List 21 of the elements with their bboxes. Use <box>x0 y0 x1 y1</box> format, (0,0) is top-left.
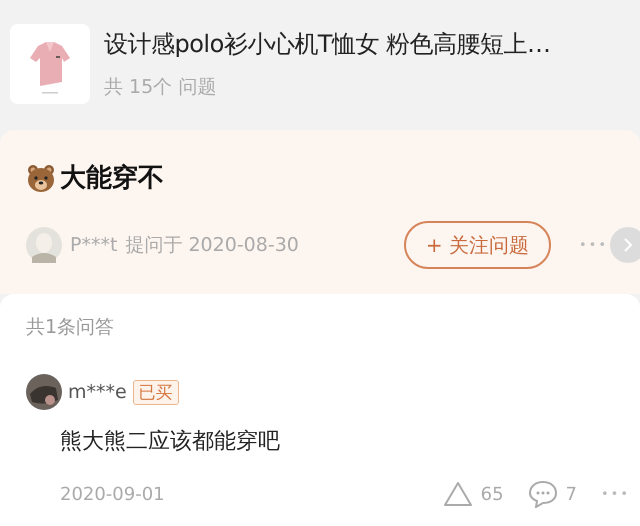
answer-text: 熊大熊二应该都能穿吧 <box>60 428 280 456</box>
next-icon[interactable] <box>610 227 640 263</box>
product-title: 设计感polo衫小心机T恤女 粉色高腰短上… <box>104 29 551 60</box>
comment-count: 7 <box>566 484 577 504</box>
question-count: 共 15个 问题 <box>104 75 218 100</box>
follow-button[interactable]: + 关注问题 <box>404 221 551 269</box>
avatar-icon <box>26 227 62 263</box>
avatar-icon <box>26 374 62 410</box>
more-icon[interactable]: ••• <box>600 486 630 502</box>
question-text: 大能穿不 <box>60 162 164 195</box>
answer-count: 共1条问答 <box>26 315 114 340</box>
like-count: 65 <box>480 484 504 504</box>
asker-name: P***t <box>70 234 118 256</box>
bear-icon <box>26 162 56 192</box>
answer-date: 2020-09-01 <box>60 484 165 504</box>
user-name: m***e <box>68 381 127 403</box>
like-icon[interactable] <box>442 481 473 507</box>
comment-icon[interactable] <box>528 480 558 508</box>
more-icon[interactable]: ••• <box>578 238 608 252</box>
purchased-badge: 已买 <box>132 380 179 404</box>
asked-date: 提问于 2020-08-30 <box>125 233 299 258</box>
